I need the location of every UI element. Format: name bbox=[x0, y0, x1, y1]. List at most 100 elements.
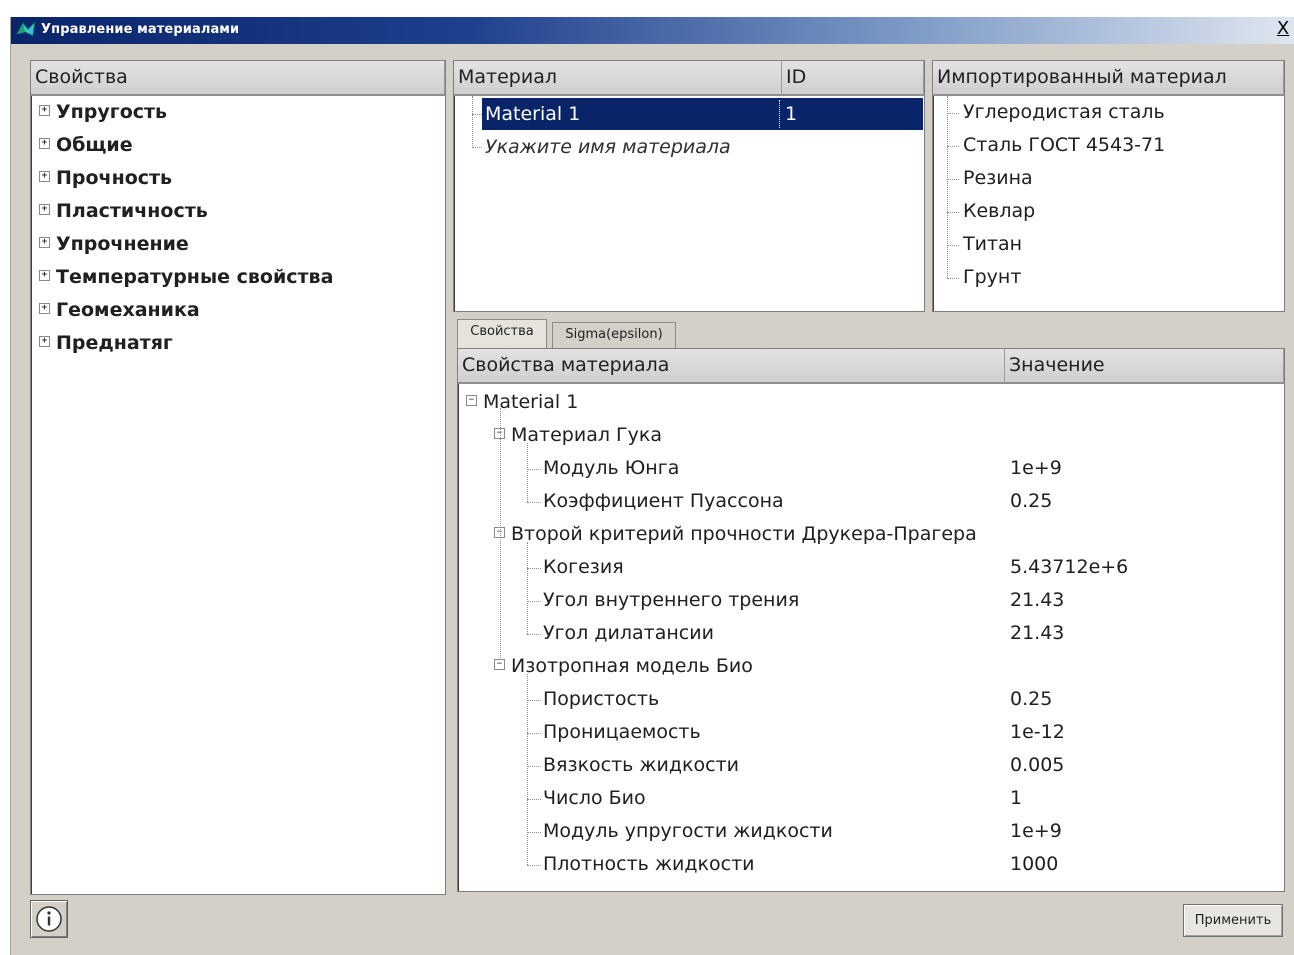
collapse-icon[interactable]: − bbox=[466, 395, 477, 406]
property-category[interactable]: + Общие bbox=[39, 129, 133, 162]
imported-material-item[interactable]: Резина bbox=[963, 162, 1033, 195]
collapse-icon[interactable]: − bbox=[494, 659, 505, 670]
tree-line bbox=[947, 245, 959, 246]
expand-icon[interactable]: + bbox=[39, 138, 50, 149]
apply-button[interactable]: Применить bbox=[1183, 904, 1283, 937]
property-category[interactable]: + Прочность bbox=[39, 162, 172, 195]
property-value[interactable]: 0.005 bbox=[1010, 749, 1064, 782]
property-category[interactable]: + Температурные свойства bbox=[39, 261, 333, 294]
property-value[interactable]: 0.25 bbox=[1010, 485, 1052, 518]
expand-icon[interactable]: + bbox=[39, 237, 50, 248]
info-button[interactable] bbox=[30, 900, 68, 938]
tree-line bbox=[527, 700, 541, 701]
tree-line bbox=[527, 568, 541, 569]
tree-line bbox=[527, 799, 541, 800]
property-group[interactable]: − Изотропная модель Био bbox=[494, 650, 753, 683]
property-item[interactable]: Пористость bbox=[543, 683, 659, 716]
material-properties-panel: Свойства материала Значение − Material 1−… bbox=[457, 348, 1285, 892]
expand-icon[interactable]: + bbox=[39, 303, 50, 314]
material-name-placeholder[interactable]: Укажите имя материала bbox=[485, 131, 731, 164]
expand-icon[interactable]: + bbox=[39, 270, 50, 281]
property-group[interactable]: − Второй критерий прочности Друкера-Праге… bbox=[494, 518, 977, 551]
imported-material-item[interactable]: Кевлар bbox=[963, 195, 1035, 228]
property-category[interactable]: + Упрочнение bbox=[39, 228, 189, 261]
property-value[interactable]: 1e+9 bbox=[1010, 815, 1062, 848]
title-bar[interactable]: Управление материалами X bbox=[11, 17, 1294, 44]
close-button[interactable]: X bbox=[1273, 19, 1293, 39]
tree-line bbox=[472, 147, 482, 148]
tree-line bbox=[527, 674, 528, 865]
tree-line bbox=[500, 408, 501, 658]
material-root[interactable]: − Material 1 bbox=[466, 386, 578, 419]
property-item-label: Плотность жидкости bbox=[543, 853, 755, 875]
expand-icon[interactable]: + bbox=[39, 204, 50, 215]
imported-material-panel: Импортированный материал Углеродистая ст… bbox=[932, 60, 1285, 312]
expand-icon[interactable]: + bbox=[39, 105, 50, 116]
property-category[interactable]: + Упругость bbox=[39, 96, 167, 129]
property-category[interactable]: + Геомеханика bbox=[39, 294, 200, 327]
imported-material-item[interactable]: Грунт bbox=[963, 261, 1021, 294]
imported-material-item[interactable]: Титан bbox=[963, 228, 1022, 261]
property-item-label: Модуль Юнга bbox=[543, 457, 680, 479]
tab-sigma-epsilon[interactable]: Sigma(epsilon) bbox=[552, 322, 676, 348]
property-group[interactable]: − Материал Гука bbox=[494, 419, 662, 452]
property-value[interactable]: 1e+9 bbox=[1010, 452, 1062, 485]
tree-line bbox=[527, 469, 541, 470]
property-item-label: Угол внутреннего трения bbox=[543, 589, 800, 611]
info-icon bbox=[36, 906, 62, 932]
property-category-label: Температурные свойства bbox=[56, 266, 334, 288]
tree-line bbox=[947, 113, 959, 114]
selection-divider bbox=[779, 100, 780, 128]
property-category-label: Упругость bbox=[56, 101, 168, 123]
property-value[interactable]: 0.25 bbox=[1010, 683, 1052, 716]
property-value[interactable]: 1000 bbox=[1010, 848, 1058, 881]
property-item-label: Угол дилатансии bbox=[543, 622, 714, 644]
tree-line bbox=[527, 542, 528, 634]
imported-material-item[interactable]: Сталь ГОСТ 4543-71 bbox=[963, 129, 1165, 162]
tree-line bbox=[527, 601, 541, 602]
property-item[interactable]: Число Био bbox=[543, 782, 646, 815]
property-group-label: Второй критерий прочности Друкера-Прагер… bbox=[511, 523, 977, 545]
property-item-label: Коэффициент Пуассона bbox=[543, 490, 784, 512]
tree-line bbox=[947, 96, 948, 278]
property-category-label: Упрочнение bbox=[56, 233, 189, 255]
property-category[interactable]: + Преднатяг bbox=[39, 327, 173, 360]
property-column-header[interactable]: Свойства материала bbox=[458, 349, 1005, 384]
imported-material-item[interactable]: Углеродистая сталь bbox=[963, 96, 1165, 129]
property-item[interactable]: Модуль упругости жидкости bbox=[543, 815, 833, 848]
properties-header[interactable]: Свойства bbox=[31, 61, 445, 96]
property-category[interactable]: + Пластичность bbox=[39, 195, 208, 228]
window-title: Управление материалами bbox=[41, 22, 240, 37]
property-item[interactable]: Угол дилатансии bbox=[543, 617, 714, 650]
tree-line bbox=[527, 502, 541, 503]
property-value[interactable]: 5.43712e+6 bbox=[1010, 551, 1128, 584]
expand-icon[interactable]: + bbox=[39, 336, 50, 347]
value-column-header[interactable]: Значение bbox=[1005, 349, 1284, 384]
property-item[interactable]: Коэффициент Пуассона bbox=[543, 485, 784, 518]
property-value[interactable]: 1e-12 bbox=[1010, 716, 1065, 749]
property-item[interactable]: Угол внутреннего трения bbox=[543, 584, 799, 617]
tree-line bbox=[527, 832, 541, 833]
tree-line bbox=[527, 766, 541, 767]
id-column-header[interactable]: ID bbox=[782, 61, 924, 96]
property-category-label: Общие bbox=[56, 134, 133, 156]
tree-line bbox=[472, 114, 482, 115]
property-item[interactable]: Плотность жидкости bbox=[543, 848, 755, 881]
material-row-selected[interactable]: Material 1 1 bbox=[482, 98, 923, 130]
property-category-label: Пластичность bbox=[56, 200, 208, 222]
property-value[interactable]: 21.43 bbox=[1010, 617, 1064, 650]
property-item[interactable]: Когезия bbox=[543, 551, 624, 584]
imported-material-header[interactable]: Импортированный материал bbox=[933, 61, 1284, 96]
tab-properties[interactable]: Свойства bbox=[457, 319, 547, 348]
property-item-label: Когезия bbox=[543, 556, 624, 578]
tree-line bbox=[527, 443, 528, 502]
property-category-label: Преднатяг bbox=[56, 332, 173, 354]
property-item[interactable]: Вязкость жидкости bbox=[543, 749, 739, 782]
property-item[interactable]: Модуль Юнга bbox=[543, 452, 679, 485]
property-value[interactable]: 1 bbox=[1010, 782, 1022, 815]
property-value[interactable]: 21.43 bbox=[1010, 584, 1064, 617]
material-column-header[interactable]: Материал bbox=[454, 61, 782, 96]
material-panel: Материал ID Material 1 1 Укажите имя мат… bbox=[453, 60, 925, 312]
property-item[interactable]: Проницаемость bbox=[543, 716, 701, 749]
expand-icon[interactable]: + bbox=[39, 171, 50, 182]
